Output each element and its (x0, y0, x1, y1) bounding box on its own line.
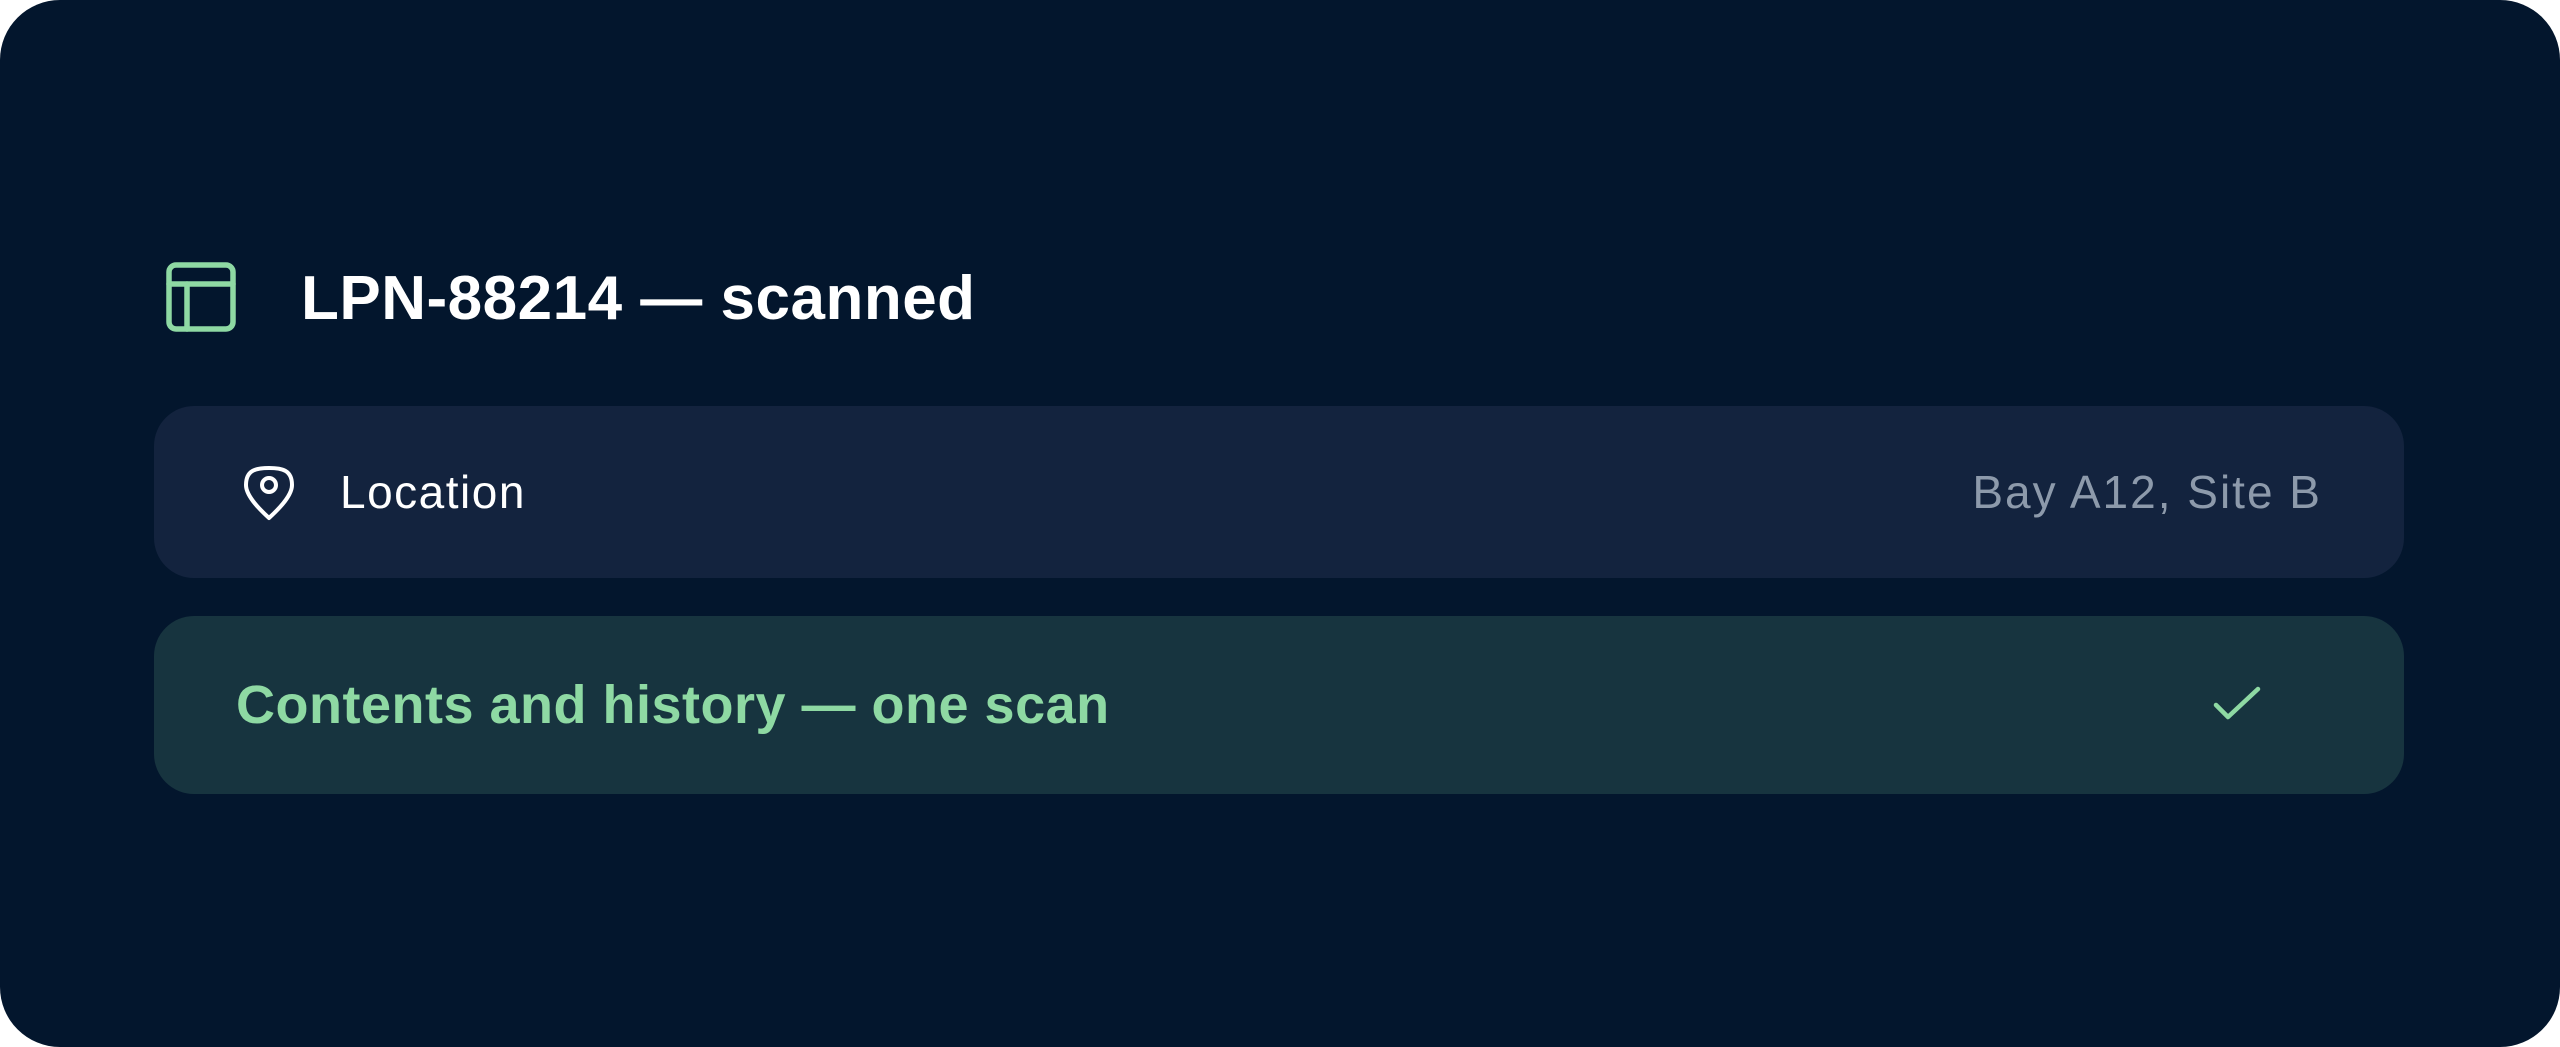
layout-icon (166, 262, 236, 332)
scan-result-card: LPN-88214 — scanned Location Bay A12, Si… (0, 0, 2560, 1047)
contents-history-row[interactable]: Contents and history — one scan (154, 616, 2404, 794)
map-pin-icon (244, 466, 294, 520)
location-row[interactable]: Location Bay A12, Site B (154, 406, 2404, 578)
check-icon (2213, 686, 2261, 720)
page-title: LPN-88214 — scanned (301, 263, 976, 333)
location-label: Location (340, 466, 526, 518)
card-header: LPN-88214 — scanned (165, 262, 976, 334)
contents-history-label: Contents and history — one scan (236, 675, 1110, 735)
location-value: Bay A12, Site B (1972, 466, 2322, 518)
